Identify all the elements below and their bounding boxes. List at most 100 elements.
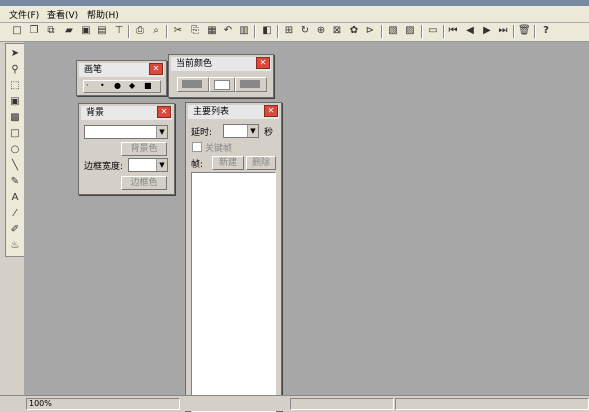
close-icon[interactable]: ✕ — [149, 63, 163, 75]
frame-props-icon[interactable]: ▨ — [404, 25, 416, 37]
toolbar-separator — [513, 25, 515, 38]
toolbar-separator — [534, 25, 536, 38]
main-list-title: 主要列表 — [193, 107, 230, 117]
background-select[interactable]: ▼ — [84, 125, 168, 139]
brush-size-1[interactable]: · — [86, 81, 89, 90]
border-width-label: 边框宽度: — [84, 162, 124, 172]
toolbar-separator — [421, 25, 423, 38]
toolbar-separator — [277, 25, 279, 38]
eyedropper-icon[interactable]: ⁄ — [9, 208, 21, 220]
brush-panel: 画笔 ✕ · • ● ◆ ■ — [76, 60, 167, 96]
grid-icon[interactable]: ⊞ — [283, 25, 295, 37]
brush-size-2[interactable]: • — [100, 81, 105, 90]
bg-panel-title: 背景 — [86, 108, 105, 118]
brush-size-3[interactable]: ● — [114, 81, 121, 90]
paste-icon[interactable]: ▦ — [206, 25, 218, 37]
toolbar-separator — [254, 25, 256, 38]
drawing-tools: ➤ ⚲ ⬚ ▣ ▩ □ ○ ╲ ✎ A ⁄ ✐ ♨ — [5, 43, 25, 257]
undo-icon[interactable]: ↶ — [222, 25, 234, 37]
next-frame-icon[interactable]: ▶ — [481, 25, 493, 37]
copy-page-icon[interactable]: ⧉ — [45, 25, 57, 37]
menu-help[interactable]: 帮助(H) — [87, 8, 119, 21]
delay-select[interactable]: ▼ — [223, 124, 259, 138]
pencil-icon[interactable]: ✎ — [9, 176, 21, 188]
status-bar: 100% — [0, 395, 589, 411]
hatch-icon[interactable]: ▩ — [9, 112, 21, 124]
brush-size-strip: · • ● ◆ ■ — [83, 80, 161, 93]
new-frame-button[interactable]: 新建 — [212, 156, 244, 170]
window-title-strip — [0, 0, 589, 6]
main-list-panel: 主要列表 ✕ 延时: ▼ 秒 关键帧 帧: 新建 删除 — [185, 102, 282, 412]
border-width-select[interactable]: ▼ — [128, 158, 168, 172]
chevron-down-icon: ▼ — [156, 126, 167, 138]
toolbar-separator — [166, 25, 168, 38]
main-toolbar: □ ❐ ⧉ ▰ ▣ ▤ ⊤ ⎙ ⌕ ✂ ⎘ ▦ ↶ ▥ ◧ ⊞ ↻ ⊕ ⊠ ✿ … — [0, 23, 589, 42]
help-icon[interactable]: ? — [540, 25, 552, 37]
timeline-icon[interactable]: ▭ — [427, 25, 439, 37]
menu-view[interactable]: 查看(V) — [47, 8, 78, 21]
save-icon[interactable]: ▣ — [80, 25, 92, 37]
last-frame-icon[interactable]: ⏭ — [497, 25, 509, 37]
new-file-icon[interactable]: □ — [11, 25, 23, 37]
keyframe-label: 关键帧 — [205, 144, 233, 154]
chevron-down-icon: ▼ — [156, 159, 167, 171]
ellipse-icon[interactable]: ○ — [9, 144, 21, 156]
brush-icon[interactable]: ✐ — [9, 224, 21, 236]
close-icon[interactable]: ✕ — [264, 105, 278, 117]
rotate-icon[interactable]: ↻ — [299, 25, 311, 37]
toolbar-separator — [128, 25, 130, 38]
toolbar-separator — [381, 25, 383, 38]
menu-file[interactable]: 文件(F) — [9, 8, 39, 21]
cut-icon[interactable]: ✂ — [172, 25, 184, 37]
bg-color-button[interactable]: 背景色 — [121, 142, 167, 156]
new-page-icon[interactable]: ❐ — [28, 25, 40, 37]
zoom-icon[interactable]: ⚲ — [9, 64, 21, 76]
brush-size-4[interactable]: ◆ — [129, 81, 135, 90]
print-icon[interactable]: ⎙ — [134, 25, 146, 37]
current-color-panel: 当前颜色 ✕ — [168, 54, 274, 98]
color-panel-title: 当前颜色 — [176, 59, 213, 69]
delete-frame-button[interactable]: 删除 — [246, 156, 276, 170]
line-icon[interactable]: ╲ — [9, 160, 21, 172]
frames-icon[interactable]: ▧ — [387, 25, 399, 37]
prev-frame-icon[interactable]: ◀ — [464, 25, 476, 37]
save-as-icon[interactable]: ▤ — [96, 25, 108, 37]
zoom-level: 100% — [29, 399, 52, 408]
rectangle-icon[interactable]: □ — [9, 128, 21, 140]
first-frame-icon[interactable]: ⏮ — [447, 25, 459, 37]
open-folder-icon[interactable]: ▰ — [63, 25, 75, 37]
print-preview-icon[interactable]: ⌕ — [150, 25, 162, 37]
align-icon[interactable]: ⊕ — [315, 25, 327, 37]
properties-icon[interactable]: ⊳ — [364, 25, 376, 37]
background-color-swatch[interactable] — [209, 77, 235, 92]
export-icon[interactable]: ⊤ — [113, 25, 125, 37]
brush-size-5[interactable]: ■ — [144, 81, 152, 90]
transform-icon[interactable]: ⊠ — [331, 25, 343, 37]
layers-icon[interactable]: ◧ — [261, 25, 273, 37]
status-cell-3 — [395, 398, 589, 410]
keyframe-checkbox[interactable] — [192, 142, 202, 152]
frame-list[interactable] — [191, 172, 276, 412]
fill-rect-icon[interactable]: ▣ — [9, 96, 21, 108]
foreground-color-swatch[interactable] — [177, 77, 209, 92]
brush-panel-title: 画笔 — [84, 65, 103, 75]
close-icon[interactable]: ✕ — [157, 106, 171, 118]
toolbar-separator — [443, 25, 445, 38]
fill-bucket-icon[interactable]: ♨ — [9, 240, 21, 252]
zoom-status: 100% — [26, 398, 180, 410]
rectangle-select-icon[interactable]: ⬚ — [9, 80, 21, 92]
text-icon[interactable]: A — [9, 192, 21, 204]
copy-icon[interactable]: ⎘ — [189, 25, 201, 37]
delay-unit: 秒 — [264, 128, 274, 138]
delete-icon[interactable]: 🗑 — [518, 25, 531, 37]
chevron-down-icon: ▼ — [247, 125, 258, 137]
menu-bar: 文件(F) 查看(V) 帮助(H) — [0, 0, 589, 23]
close-icon[interactable]: ✕ — [256, 57, 270, 69]
delay-label: 延时: — [191, 128, 213, 138]
background-panel: 背景 ✕ ▼ 背景色 边框宽度: ▼ 边框色 — [78, 103, 175, 195]
border-color-button[interactable]: 边框色 — [121, 176, 167, 190]
border-color-swatch[interactable] — [235, 77, 267, 92]
redo-icon[interactable]: ▥ — [238, 25, 250, 37]
animate-icon[interactable]: ✿ — [348, 25, 360, 37]
select-arrow-icon[interactable]: ➤ — [9, 48, 21, 60]
